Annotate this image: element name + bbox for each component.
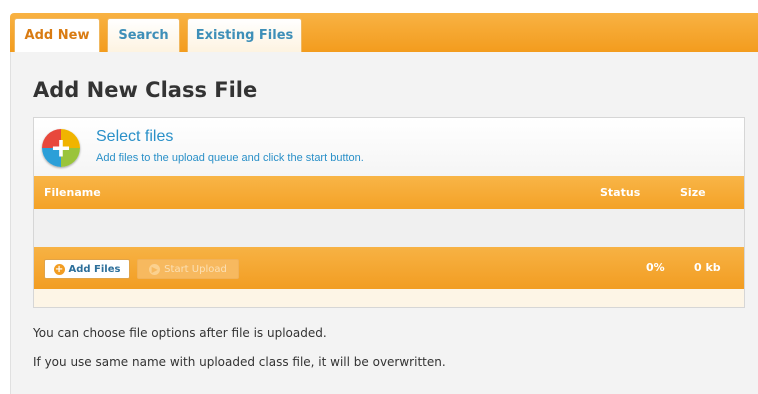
- upload-progress: 0%: [646, 261, 665, 274]
- total-size: 0 kb: [694, 261, 721, 274]
- info-text-options: You can choose file options after file i…: [33, 326, 327, 340]
- arrow-right-icon: ▶: [149, 263, 161, 275]
- add-files-button[interactable]: + Add Files: [44, 259, 130, 279]
- tab-existing-files[interactable]: Existing Files: [187, 18, 302, 52]
- start-upload-label: Start Upload: [164, 263, 227, 275]
- info-text-overwrite: If you use same name with uploaded class…: [33, 355, 446, 369]
- start-upload-button[interactable]: ▶ Start Upload: [137, 259, 239, 279]
- plus-circle-icon: +: [42, 129, 80, 167]
- uploader-subtitle: Add files to the upload queue and click …: [96, 152, 364, 164]
- page-title: Add New Class File: [33, 78, 258, 102]
- file-uploader: + Select files Add files to the upload q…: [33, 117, 745, 308]
- uploader-header: + Select files Add files to the upload q…: [34, 118, 744, 176]
- tab-search[interactable]: Search: [107, 18, 180, 52]
- column-filename: Filename: [44, 186, 101, 199]
- content-panel: Add New Class File + Select files Add fi…: [10, 52, 758, 394]
- uploader-bottom-strip: [34, 289, 744, 307]
- tab-bar: Add New Search Existing Files: [10, 13, 758, 52]
- file-list[interactable]: [34, 209, 744, 247]
- tab-add-new[interactable]: Add New: [14, 18, 100, 52]
- column-status: Status: [600, 186, 641, 199]
- column-size: Size: [680, 186, 706, 199]
- uploader-title: Select files: [96, 128, 174, 145]
- plus-icon: +: [53, 263, 65, 275]
- file-list-header: Filename Status Size: [34, 176, 744, 209]
- add-files-label: Add Files: [68, 263, 121, 275]
- uploader-footer: + Add Files ▶ Start Upload 0% 0 kb: [34, 247, 744, 289]
